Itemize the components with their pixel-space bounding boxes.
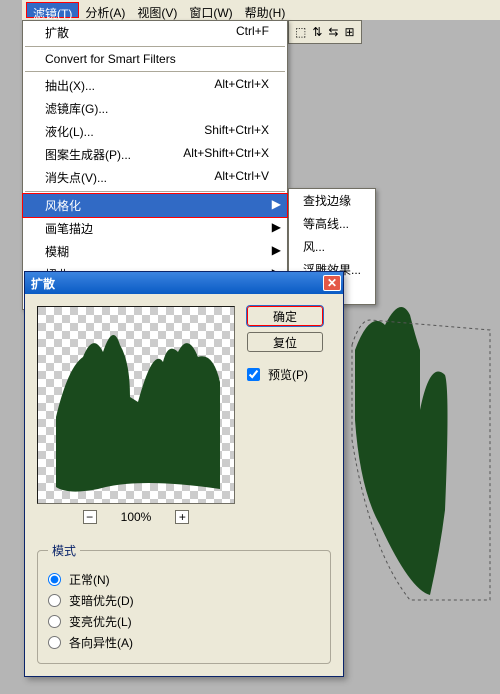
filter-preview[interactable] — [37, 306, 235, 504]
menu-filter[interactable]: 滤镜(T) — [26, 2, 79, 18]
menu-window[interactable]: 窗口(W) — [183, 2, 238, 18]
menu-item-gallery[interactable]: 滤镜库(G)... — [23, 97, 287, 120]
diffuse-dialog: 扩散 ✕ − 100% + 确定 复位 预览(P) 模式 正常(N) 变暗优先(… — [24, 271, 344, 677]
zoom-controls: − 100% + — [37, 510, 235, 524]
menubar: 滤镜(T) 分析(A) 视图(V) 窗口(W) 帮助(H) — [22, 0, 500, 20]
submenu-arrow-icon: ▶ — [272, 197, 281, 211]
ok-button[interactable]: 确定 — [247, 306, 323, 326]
submenu-find-edges[interactable]: 查找边缘 — [289, 189, 375, 212]
menu-item-vanish[interactable]: 消失点(V)...Alt+Ctrl+V — [23, 166, 287, 189]
menu-analyze[interactable]: 分析(A) — [79, 2, 131, 18]
menu-item-pattern[interactable]: 图案生成器(P)...Alt+Shift+Ctrl+X — [23, 143, 287, 166]
menu-item-brush[interactable]: 画笔描边▶ — [23, 217, 287, 240]
radio-darken[interactable]: 变暗优先(D) — [48, 592, 320, 609]
radio-normal[interactable]: 正常(N) — [48, 571, 320, 588]
filter-dropdown: 扩散Ctrl+F Convert for Smart Filters 抽出(X)… — [22, 20, 288, 310]
submenu-contour[interactable]: 等高线... — [289, 212, 375, 235]
submenu-arrow-icon: ▶ — [272, 243, 281, 257]
mode-fieldset: 模式 正常(N) 变暗优先(D) 变亮优先(L) 各向异性(A) — [37, 542, 331, 664]
preview-checkbox[interactable]: 预览(P) — [247, 366, 308, 383]
toolbar-icon[interactable]: ⇅ — [312, 25, 322, 39]
toolbar-icon[interactable]: ⊞ — [344, 25, 354, 39]
zoom-out-button[interactable]: − — [83, 510, 97, 524]
mode-legend: 模式 — [48, 542, 80, 559]
close-icon[interactable]: ✕ — [323, 275, 341, 291]
menu-item-blur[interactable]: 模糊▶ — [23, 240, 287, 263]
radio-lighten[interactable]: 变亮优先(L) — [48, 613, 320, 630]
radio-aniso[interactable]: 各向异性(A) — [48, 634, 320, 651]
zoom-in-button[interactable]: + — [175, 510, 189, 524]
canvas-artwork — [350, 290, 500, 610]
menu-help[interactable]: 帮助(H) — [239, 2, 292, 18]
menu-item-liquify[interactable]: 液化(L)...Shift+Ctrl+X — [23, 120, 287, 143]
toolbar-icon[interactable]: ⇆ — [328, 25, 338, 39]
zoom-level: 100% — [121, 510, 152, 524]
submenu-wind[interactable]: 风... — [289, 235, 375, 258]
cancel-button[interactable]: 复位 — [247, 332, 323, 352]
menu-item-last-filter[interactable]: 扩散Ctrl+F — [23, 21, 287, 44]
submenu-arrow-icon: ▶ — [272, 220, 281, 234]
menu-item-extract[interactable]: 抽出(X)...Alt+Ctrl+X — [23, 74, 287, 97]
dialog-title: 扩散 — [31, 275, 55, 292]
dialog-titlebar[interactable]: 扩散 ✕ — [25, 272, 343, 294]
toolbar-icon[interactable]: ⬚ — [295, 25, 306, 39]
options-bar: ⬚ ⇅ ⇆ ⊞ — [288, 20, 362, 44]
menu-item-convert-smart[interactable]: Convert for Smart Filters — [23, 49, 287, 69]
menu-view[interactable]: 视图(V) — [131, 2, 183, 18]
menu-item-stylize[interactable]: 风格化▶ — [22, 193, 288, 218]
